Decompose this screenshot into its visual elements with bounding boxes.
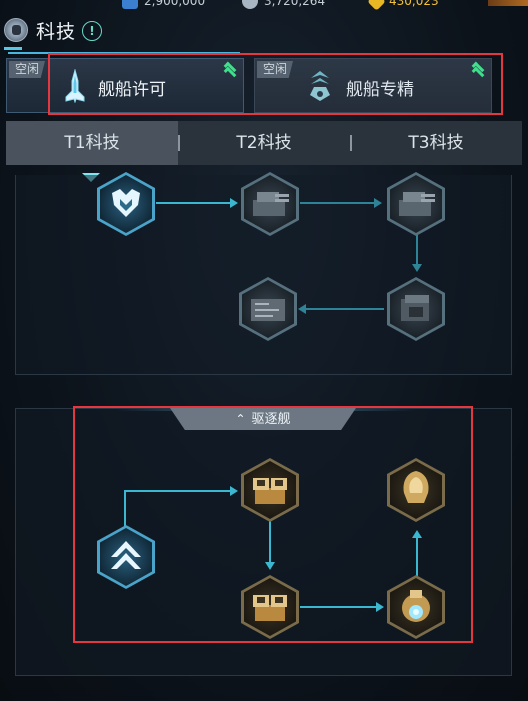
connector [269,520,271,564]
cannon-module-icon [399,192,435,216]
gold-hull-icon [403,471,429,503]
ship-class-label: 驱逐舰 [251,412,291,427]
tech-node-destroyer-root[interactable] [97,525,155,589]
tab-label: 舰船专精 [346,80,414,100]
tech-icon [4,18,28,42]
tech-node-gold-turret-1[interactable] [241,458,299,522]
arrow-down [412,264,422,272]
info-icon[interactable]: ! [82,21,102,41]
ship-mastery-icon [310,71,330,101]
tech-node-cannon-2[interactable] [387,172,445,236]
engine-module-icon [251,299,285,321]
header-underline [4,47,22,50]
resource-value: 430,023 [389,0,439,8]
ship-license-icon [65,69,85,103]
upgrade-available-icon [471,61,485,80]
arrow-right [230,198,238,208]
arrow-left [298,304,306,314]
gold-crystal-icon [367,0,386,11]
connector [416,232,418,266]
upgrade-available-icon [223,61,237,80]
arrow-right [230,486,238,496]
status-badge: 空闲 [257,61,294,78]
arrow-right [376,602,384,612]
silver-coin-icon [242,0,258,9]
armor-plate-icon [401,295,429,321]
active-tab-indicator [8,52,240,54]
blue-resource-icon [122,0,138,9]
tech-node-cannon-1[interactable] [241,172,299,236]
connector [300,606,378,608]
resource-blue: 2,900,000 [122,0,205,10]
tech-node-armor-1[interactable] [387,277,445,341]
resource-add-button[interactable] [488,0,528,6]
shield-emblem-icon [112,189,140,217]
connector [124,490,126,526]
resource-silver: 3,720,264 [242,0,325,10]
double-chevron-up-icon [111,541,141,569]
arrow-right [374,198,382,208]
tech-node-gold-engine[interactable] [387,575,445,639]
resource-gold: 430,023 [367,0,439,11]
tab-t2[interactable]: T2科技 [178,121,350,165]
tech-screen: 2,900,000 3,720,264 430,023 科技 ! 空闲 舰船许可… [0,0,528,701]
connector [156,202,232,204]
arrow-up [412,530,422,538]
tech-node-root-1[interactable] [97,172,155,236]
resource-bar: 2,900,000 3,720,264 430,023 [110,0,528,11]
arrow-down [265,562,275,570]
tier-tabs: T1科技 T2科技 T3科技 [6,121,522,165]
gold-turret-icon [253,478,287,504]
connector [300,202,376,204]
gold-engine-icon [402,590,430,622]
page-header: 科技 ! [0,14,528,50]
tab-ship-license[interactable]: 空闲 舰船许可 [6,58,244,113]
tab-label: 舰船许可 [98,80,166,100]
cannon-module-icon [253,192,289,216]
resource-value: 3,720,264 [264,0,326,8]
tech-node-gold-hull[interactable] [387,458,445,522]
status-badge: 空闲 [9,61,46,78]
page-title: 科技 [36,21,77,43]
connector [124,490,232,492]
tech-node-module-1[interactable] [239,277,297,341]
tech-node-gold-turret-2[interactable] [241,575,299,639]
ship-class-banner: ⌃ 驱逐舰 [170,408,356,430]
tab-ship-mastery[interactable]: 空闲 舰船专精 [254,58,492,113]
double-chevron-up-icon: ⌃ [235,412,246,426]
tab-t3[interactable]: T3科技 [350,121,522,165]
connector [416,538,418,576]
tab-t1[interactable]: T1科技 [6,121,178,165]
connector [306,308,384,310]
resource-value: 2,900,000 [144,0,206,8]
gold-turret-icon [253,595,287,621]
